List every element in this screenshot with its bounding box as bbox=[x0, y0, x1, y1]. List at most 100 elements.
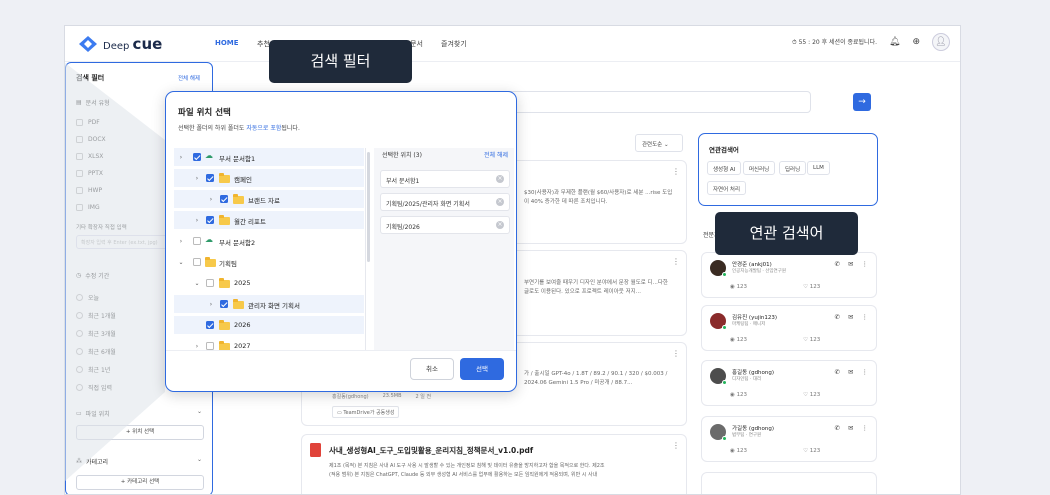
period-option[interactable]: 최근 6개월 bbox=[76, 347, 116, 356]
doc-type-option[interactable]: PPTX bbox=[76, 170, 103, 177]
category-section[interactable]: ⁂ 카테고리 bbox=[76, 457, 108, 466]
phone-icon[interactable]: ✆ bbox=[835, 313, 840, 321]
tree-scrollbar[interactable] bbox=[367, 152, 370, 262]
more-icon[interactable]: ⋮ bbox=[862, 424, 869, 432]
tree-row[interactable]: › 브랜드 자료 bbox=[174, 190, 364, 208]
doc-type-option[interactable]: IMG bbox=[76, 204, 100, 211]
more-icon[interactable]: ⋮ bbox=[862, 313, 869, 321]
remove-icon[interactable]: × bbox=[496, 221, 504, 229]
tree-row[interactable]: › ☁ 부서 문서함2 bbox=[174, 232, 364, 250]
card-title[interactable]: 사내_생성형AI_도구_도입및활용_운리지침_정책문서_v1.0.pdf bbox=[329, 445, 533, 456]
chevron-down-icon[interactable]: ⌄ bbox=[193, 280, 201, 287]
clear-all-link[interactable]: 전체 해제 bbox=[178, 74, 200, 82]
logo[interactable]: Deep cue bbox=[77, 35, 162, 53]
period-option[interactable]: 최근 1년 bbox=[76, 365, 110, 374]
period-option[interactable]: 최근 3개월 bbox=[76, 329, 116, 338]
more-icon[interactable]: ⋮ bbox=[862, 260, 869, 268]
radio[interactable] bbox=[76, 294, 83, 301]
tree-row[interactable]: › 2027 bbox=[174, 337, 364, 350]
location-section[interactable]: ▭ 파일 위치 bbox=[76, 409, 110, 418]
bell-icon[interactable]: 🔔︎ bbox=[889, 37, 900, 47]
chevron-right-icon[interactable]: › bbox=[207, 196, 215, 203]
related-chip[interactable]: 자연어 처리 bbox=[707, 181, 747, 195]
doc-type-option[interactable]: XLSX bbox=[76, 153, 103, 160]
sort-select[interactable]: 관련도순 ⌄ bbox=[635, 134, 683, 152]
tree-checkbox[interactable] bbox=[206, 216, 214, 224]
period-option[interactable]: 직접 입력 bbox=[76, 383, 112, 392]
checkbox[interactable] bbox=[76, 136, 83, 143]
tree-checkbox[interactable] bbox=[206, 321, 214, 329]
tree-checkbox[interactable] bbox=[220, 195, 228, 203]
checkbox[interactable] bbox=[76, 170, 83, 177]
phone-icon[interactable]: ✆ bbox=[835, 260, 840, 268]
nav-recommend[interactable]: 추천 bbox=[257, 39, 270, 49]
more-icon[interactable]: ⋮ bbox=[672, 441, 680, 450]
chevron-right-icon[interactable]: › bbox=[193, 175, 201, 182]
chevron-right-icon[interactable]: › bbox=[177, 238, 185, 245]
checkbox[interactable] bbox=[76, 204, 83, 211]
chevron-right-icon[interactable]: › bbox=[193, 217, 201, 224]
globe-icon[interactable]: ⊕ bbox=[912, 37, 920, 47]
tree-checkbox[interactable] bbox=[220, 300, 228, 308]
expert-card[interactable] bbox=[701, 472, 877, 494]
tree-checkbox[interactable] bbox=[193, 258, 201, 266]
chevron-right-icon[interactable]: › bbox=[193, 343, 201, 350]
doc-type-option[interactable]: HWP bbox=[76, 187, 102, 194]
tree-checkbox[interactable] bbox=[193, 237, 201, 245]
doc-type-option[interactable]: DOCX bbox=[76, 136, 106, 143]
nav-favorites[interactable]: 즐겨찾기 bbox=[441, 39, 467, 49]
related-chip[interactable]: LLM bbox=[807, 161, 830, 175]
tree-row[interactable]: › ☁ 부서 문서함1 bbox=[174, 148, 364, 166]
more-icon[interactable]: ⋮ bbox=[672, 167, 680, 176]
more-icon[interactable]: ⋮ bbox=[672, 349, 680, 358]
search-button[interactable]: → bbox=[853, 93, 871, 111]
checkbox[interactable] bbox=[76, 187, 83, 194]
radio[interactable] bbox=[76, 384, 83, 391]
mail-icon[interactable]: ✉ bbox=[848, 313, 853, 321]
tree-row[interactable]: ⌄ 기획팀 bbox=[174, 253, 364, 271]
tree-checkbox[interactable] bbox=[206, 279, 214, 287]
tree-row[interactable]: 2026 bbox=[174, 316, 364, 334]
nav-home[interactable]: HOME bbox=[215, 39, 239, 47]
result-card[interactable]: ⋮ 사내_생성형AI_도구_도입및활용_운리지침_정책문서_v1.0.pdf 제… bbox=[301, 434, 687, 494]
checkbox[interactable] bbox=[76, 153, 83, 160]
doc-type-option[interactable]: PDF bbox=[76, 119, 100, 126]
profile-button[interactable]: 👤︎ bbox=[932, 33, 950, 51]
tree-row[interactable]: › 월간 리포트 bbox=[174, 211, 364, 229]
radio[interactable] bbox=[76, 366, 83, 373]
category-select-button[interactable]: + 카테고리 선택 bbox=[76, 475, 204, 490]
tree-row[interactable]: ⌄ 2025 bbox=[174, 274, 364, 292]
remove-icon[interactable]: × bbox=[496, 198, 504, 206]
more-icon[interactable]: ⋮ bbox=[672, 257, 680, 266]
remove-icon[interactable]: × bbox=[496, 175, 504, 183]
phone-icon[interactable]: ✆ bbox=[835, 368, 840, 376]
tree-row[interactable]: › 캠페인 bbox=[174, 169, 364, 187]
chevron-down-icon[interactable]: ⌄ bbox=[197, 456, 202, 463]
chevron-right-icon[interactable]: › bbox=[207, 301, 215, 308]
mail-icon[interactable]: ✉ bbox=[848, 368, 853, 376]
confirm-button[interactable]: 선택 bbox=[460, 358, 504, 380]
tree-checkbox[interactable] bbox=[193, 153, 201, 161]
selected-clear-link[interactable]: 전체 해제 bbox=[484, 150, 508, 159]
expert-card[interactable]: 김유진 (yujin123) 마케팅팀 · 매니저 ✆ ✉ ⋮ ◉ 123 ♡ 123 bbox=[701, 305, 877, 351]
more-icon[interactable]: ⋮ bbox=[862, 368, 869, 376]
expert-card[interactable]: 안경준 (ankj01) 인공지능개발팀 · 선임연구원 ✆ ✉ ⋮ ◉ 123 ♡ … bbox=[701, 252, 877, 298]
radio[interactable] bbox=[76, 312, 83, 319]
tree-checkbox[interactable] bbox=[206, 174, 214, 182]
period-option[interactable]: 최근 1개월 bbox=[76, 311, 116, 320]
tree-row[interactable]: › 관리자 화면 기획서 bbox=[174, 295, 364, 313]
location-select-button[interactable]: + 위치 선택 bbox=[76, 425, 204, 440]
period-option[interactable]: 오늘 bbox=[76, 293, 99, 302]
radio[interactable] bbox=[76, 348, 83, 355]
tree-checkbox[interactable] bbox=[206, 342, 214, 350]
mail-icon[interactable]: ✉ bbox=[848, 260, 853, 268]
chevron-right-icon[interactable]: › bbox=[177, 154, 185, 161]
expert-card[interactable]: 가길동 (gdhong) 법무팀 · 연구원 ✆ ✉ ⋮ ◉ 123 ♡ 123 bbox=[701, 416, 877, 462]
radio[interactable] bbox=[76, 330, 83, 337]
related-chip[interactable]: 생성형 AI bbox=[707, 161, 742, 175]
expert-card[interactable]: 홍길동 (gdhong) 디자인팀 · 대리 ✆ ✉ ⋮ ◉ 123 ♡ 123 bbox=[701, 360, 877, 406]
chevron-down-icon[interactable]: ⌄ bbox=[197, 408, 202, 415]
mail-icon[interactable]: ✉ bbox=[848, 424, 853, 432]
checkbox[interactable] bbox=[76, 119, 83, 126]
cancel-button[interactable]: 취소 bbox=[410, 358, 454, 380]
